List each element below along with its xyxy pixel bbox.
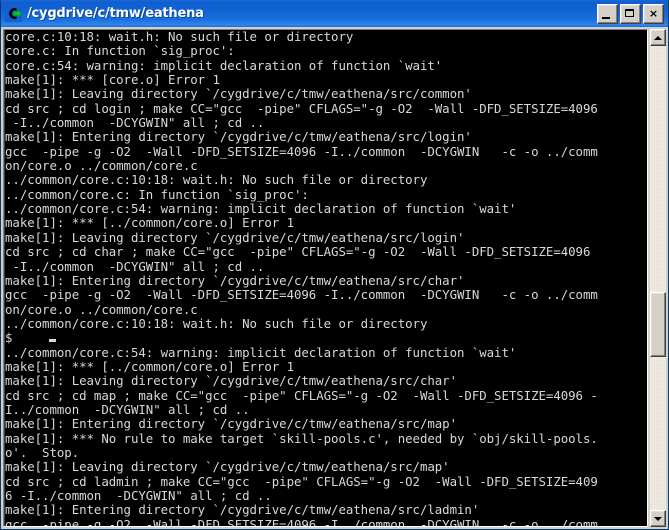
terminal-line: make[1]: Leaving directory `/cygdrive/c/… [5,374,457,389]
window-controls: × [597,3,666,24]
maximize-icon [625,8,634,17]
minimize-icon [602,16,610,19]
terminal-line: make[1]: Leaving directory `/cygdrive/c/… [5,230,465,245]
terminal-line: gcc -pipe -g -O2 -Wall -DFD_SETSIZE=4096… [5,144,598,159]
terminal-line: make[1]: Entering directory `/cygdrive/c… [5,130,472,145]
terminal-line: on/core.o ../common/core.c [5,302,198,317]
scroll-down-button[interactable] [650,510,666,527]
terminal-cursor [49,339,57,343]
terminal-line: -I../common -DCYGWIN" all ; cd .. [5,259,265,274]
terminal-line: cd src ; cd ladmin ; make CC="gcc -pipe"… [5,474,598,489]
terminal-output[interactable]: core.c:10:18: wait.h: No such file or di… [5,30,647,526]
terminal-line: o'. Stop. [5,445,80,460]
scrollbar-track[interactable] [650,46,666,510]
terminal-line: cd src ; cd char ; make CC="gcc -pipe" C… [5,245,591,260]
window-title: /cygdrive/c/tmw/eathena [27,6,204,21]
close-icon: × [648,7,659,20]
title-bar[interactable]: /cygdrive/c/tmw/eathena × [1,0,668,27]
terminal-line: make[1]: *** [../common/core.o] Error 1 [5,359,294,374]
terminal-line: cd src ; cd login ; make CC="gcc -pipe" … [5,101,598,116]
terminal-line: make[1]: *** [../common/core.o] Error 1 [5,216,294,231]
terminal-line: ../common/core.c: In function `sig_proc'… [5,187,309,202]
terminal-line: ../common/core.c:10:18: wait.h: No such … [5,316,428,331]
terminal-line: make[1]: Entering directory `/cygdrive/c… [5,273,465,288]
terminal-line: make[1]: Entering directory `/cygdrive/c… [5,417,457,432]
terminal-line: ../common/core.c:54: warning: implicit d… [5,345,517,360]
terminal-line: -I../common -DCYGWIN" all ; cd .. [5,116,265,131]
vertical-scrollbar[interactable] [649,29,666,527]
terminal-window: /cygdrive/c/tmw/eathena × core.c:10:18: … [0,0,669,530]
terminal-prompt: $ [5,331,50,346]
terminal-line: I../common -DCYGWIN" all ; cd .. [5,402,250,417]
terminal-line: gcc -pipe -g -O2 -Wall -DFD_SETSIZE=4096… [5,517,598,526]
terminal-line: core.c:10:18: wait.h: No such file or di… [5,30,354,44]
scrollbar-thumb[interactable] [650,291,666,357]
terminal-line: ../common/core.c:10:18: wait.h: No such … [5,173,428,188]
terminal-line: core.c:54: warning: implicit declaration… [5,58,443,73]
terminal-line: ../common/core.c:54: warning: implicit d… [5,202,517,217]
terminal-line: make[1]: Entering directory `/cygdrive/c… [5,503,480,518]
terminal-line: $ [5,331,647,345]
terminal-line: 6 -I../common -DCYGWIN" all ; cd .. [5,489,272,503]
maximize-button[interactable] [620,3,641,24]
terminal-line: gcc -pipe -g -O2 -Wall -DFD_SETSIZE=4096… [5,288,598,303]
window-client-area: core.c:10:18: wait.h: No such file or di… [1,27,668,529]
terminal-line: on/core.o ../common/core.c [5,159,198,174]
minimize-button[interactable] [597,3,618,24]
terminal-line: make[1]: *** [core.o] Error 1 [5,73,220,88]
terminal-line: make[1]: Leaving directory `/cygdrive/c/… [5,460,450,475]
terminal-line: cd src ; cd map ; make CC="gcc -pipe" CF… [5,388,598,403]
terminal-line: make[1]: Leaving directory `/cygdrive/c/… [5,87,472,102]
terminal-line: make[1]: *** No rule to make target `ski… [5,431,598,446]
scroll-down-arrow-icon [654,516,662,521]
terminal-viewport[interactable]: core.c:10:18: wait.h: No such file or di… [3,29,648,527]
cygwin-terminal-icon[interactable] [5,5,22,22]
terminal-line: core.c: In function `sig_proc': [5,44,235,59]
scroll-up-button[interactable] [650,29,666,46]
scroll-up-arrow-icon [654,35,662,40]
close-button[interactable]: × [643,3,664,24]
